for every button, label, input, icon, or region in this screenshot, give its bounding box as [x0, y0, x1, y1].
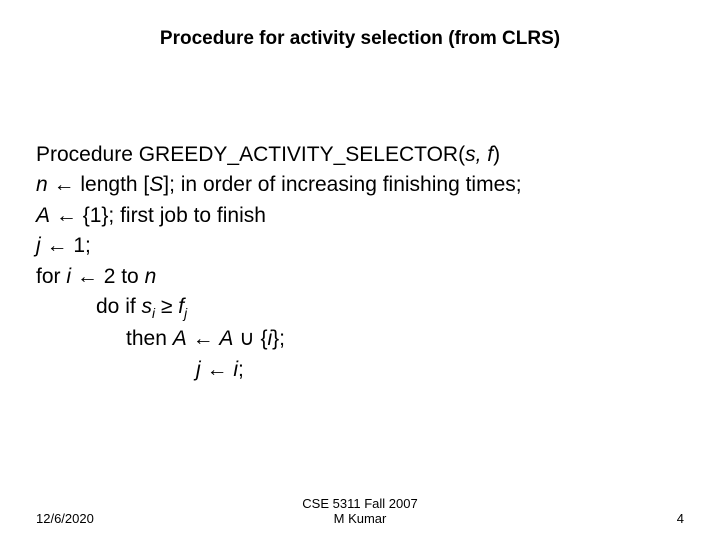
set1-text: {1}; first job to finish [83, 204, 266, 227]
footer-course-2: M Kumar [146, 511, 574, 526]
slide-title: Procedure for activity selection (from C… [0, 28, 720, 50]
then-text: then [126, 327, 173, 350]
two-to: 2 to [104, 265, 145, 288]
len-tail: ]; in order of increasing finishing time… [163, 173, 521, 196]
assign-arrow-3: ← [41, 234, 74, 257]
var-n: n [36, 173, 48, 196]
var-A3: A [219, 327, 233, 350]
line-n: n ← length [S]; in order of increasing f… [36, 170, 686, 200]
line-then: then A ← A ∪ {i}; [36, 324, 686, 354]
len-text: length [ [80, 173, 149, 196]
sub-j: j [184, 306, 187, 321]
slide: Procedure for activity selection (from C… [0, 0, 720, 540]
one-text: 1; [73, 234, 91, 257]
footer-page: 4 [574, 511, 684, 526]
var-s: s [142, 295, 153, 318]
brace-semi: }; [272, 327, 285, 350]
assign-arrow: ← [48, 173, 81, 196]
assign-arrow-4: ← [71, 265, 104, 288]
line-j: j ← 1; [36, 231, 686, 261]
line-A: A ← {1}; first job to finish [36, 201, 686, 231]
for-pre: for [36, 265, 66, 288]
do-if: do if [96, 295, 142, 318]
line-doif: do if si ≥ fj [36, 292, 686, 324]
footer-date: 12/6/2020 [36, 511, 146, 526]
footer: 12/6/2020 CSE 5311 Fall 2007 M Kumar 4 [36, 496, 684, 526]
assign-arrow-2: ← [50, 204, 83, 227]
sig-post: ) [493, 143, 500, 166]
semi: ; [238, 358, 244, 381]
sig-args: s, f [465, 143, 493, 166]
footer-center: CSE 5311 Fall 2007 M Kumar [146, 496, 574, 526]
cup: ∪ { [233, 327, 267, 350]
var-A: A [36, 204, 50, 227]
assign-arrow-5: ← [187, 327, 220, 350]
geq: ≥ [155, 295, 178, 318]
footer-course-1: CSE 5311 Fall 2007 [146, 496, 574, 511]
pseudocode-block: Procedure GREEDY_ACTIVITY_SELECTOR(s, f)… [36, 140, 686, 385]
var-n2: n [145, 265, 157, 288]
sig-pre: Procedure GREEDY_ACTIVITY_SELECTOR( [36, 143, 465, 166]
line-for: for i ← 2 to n [36, 262, 686, 292]
var-S: S [149, 173, 163, 196]
assign-arrow-6: ← [201, 358, 234, 381]
var-A2: A [173, 327, 187, 350]
line-j-i: j ← i; [36, 355, 686, 385]
proc-signature: Procedure GREEDY_ACTIVITY_SELECTOR(s, f) [36, 140, 686, 170]
